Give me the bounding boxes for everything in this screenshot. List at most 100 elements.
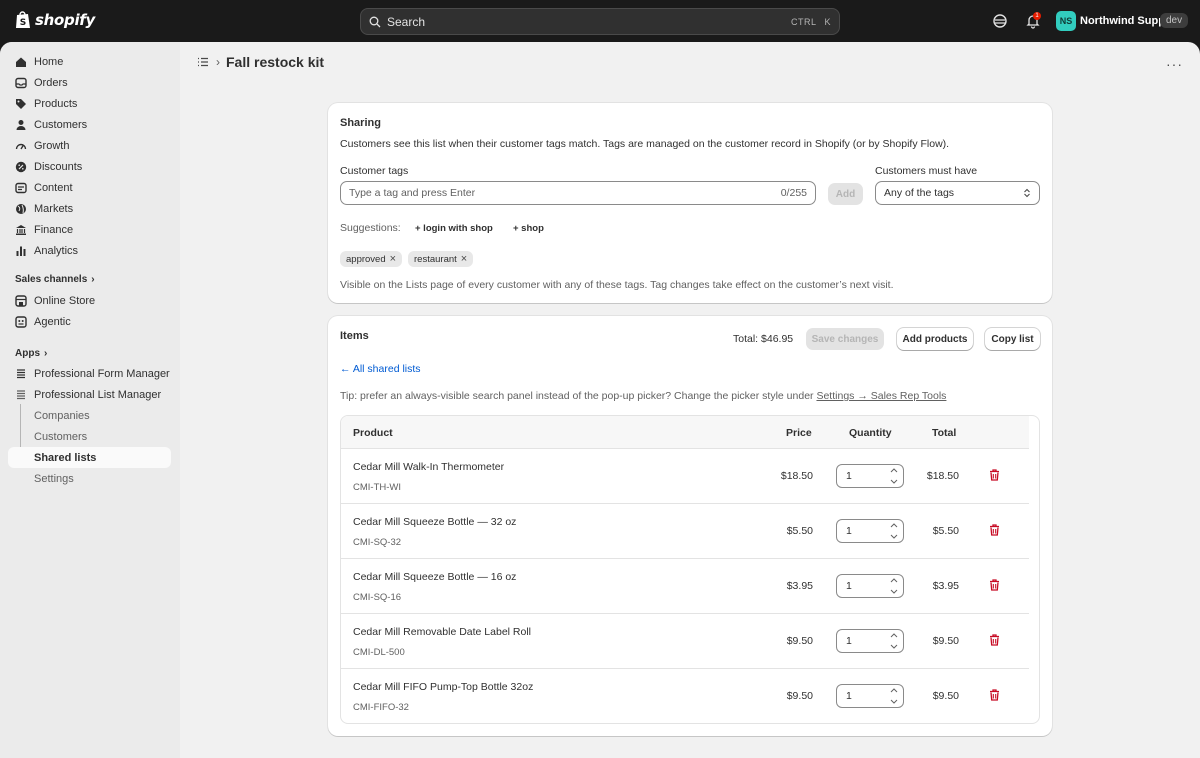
sidebar-item-label: Markets	[34, 202, 74, 215]
inbox-icon	[15, 77, 27, 89]
add-products-button[interactable]: Add products	[897, 328, 973, 350]
sidebar-item-list-manager[interactable]: Professional List Manager	[8, 384, 171, 405]
brand-name: shopify	[35, 10, 95, 29]
tip-text: Tip: prefer an always-visible search pan…	[340, 390, 946, 402]
trash-icon[interactable]	[989, 579, 1000, 591]
quantity-stepper[interactable]: 1	[836, 684, 904, 708]
sidebar-item-markets[interactable]: Markets	[8, 198, 171, 219]
product-name[interactable]: Cedar Mill Squeeze Bottle — 16 oz	[353, 571, 516, 583]
suggestion-shop[interactable]: + shop	[513, 223, 544, 234]
sidebar-item-growth[interactable]: Growth	[8, 135, 171, 156]
must-have-select[interactable]: Any of the tags	[875, 181, 1040, 205]
char-count: 0/255	[780, 187, 807, 199]
sidebar-item-home[interactable]: Home	[8, 51, 171, 72]
chevron-right-icon: ›	[216, 55, 220, 69]
stepper-arrows-icon[interactable]	[889, 578, 899, 594]
shortcut-key: K	[824, 16, 831, 27]
customer-tags-input[interactable]: Type a tag and press Enter 0/255	[340, 181, 816, 205]
select-chevron-icon	[1024, 188, 1030, 198]
tip-body: Tip: prefer an always-visible search pan…	[340, 390, 817, 402]
product-sku: CMI-TH-WI	[353, 482, 402, 493]
suggestions-label: Suggestions:	[340, 222, 401, 234]
quantity-stepper[interactable]: 1	[836, 574, 904, 598]
sidebar-item-label: Professional Form Manager	[34, 367, 170, 380]
back-to-shared-lists-link[interactable]: ← All shared lists	[340, 363, 421, 375]
product-price: $3.95	[786, 580, 813, 592]
sidebar-item-label: Analytics	[34, 244, 79, 257]
copy-list-button[interactable]: Copy list	[985, 328, 1040, 350]
col-quantity: Quantity	[849, 427, 892, 439]
sidebar-sub-shared-lists[interactable]: Shared lists	[8, 447, 171, 468]
apps-heading[interactable]: Apps ›	[15, 348, 47, 359]
stepper-arrows-icon[interactable]	[889, 523, 899, 539]
stepper-arrows-icon[interactable]	[889, 688, 899, 704]
product-name[interactable]: Cedar Mill Squeeze Bottle — 32 oz	[353, 516, 516, 528]
bar-chart-icon	[15, 245, 27, 257]
suggestion-login-with-shop[interactable]: + login with shop	[415, 223, 493, 234]
sidebar-item-label: Customers	[34, 118, 88, 131]
stepper-arrows-icon[interactable]	[889, 633, 899, 649]
remove-tag-icon[interactable]: ×	[390, 253, 396, 265]
line-total: $3.95	[932, 580, 959, 592]
remove-tag-icon[interactable]: ×	[461, 253, 467, 265]
save-changes-button[interactable]: Save changes	[806, 328, 884, 350]
trash-icon[interactable]	[989, 524, 1000, 536]
settings-link[interactable]: Settings → Sales Rep Tools	[816, 390, 946, 402]
content-icon	[15, 182, 27, 194]
agentic-icon	[15, 315, 27, 328]
notification-badge: 1	[1033, 12, 1041, 20]
sidebar-sub-settings[interactable]: Settings	[8, 468, 171, 489]
sidebar-item-online-store[interactable]: Online Store	[8, 290, 171, 311]
svg-text:S: S	[20, 18, 26, 28]
product-name[interactable]: Cedar Mill FIFO Pump-Top Bottle 32oz	[353, 681, 533, 693]
sidebar-item-label: Growth	[34, 139, 70, 152]
sidekick-icon[interactable]	[992, 13, 1008, 29]
sidebar-item-orders[interactable]: Orders	[8, 72, 171, 93]
search-placeholder: Search	[387, 14, 426, 29]
home-icon	[15, 56, 27, 68]
table-row: Cedar Mill Squeeze Bottle — 16 oz CMI-SQ-…	[341, 559, 1029, 614]
sidebar: Home Orders Products Customers Growth Di…	[0, 42, 180, 758]
items-card: Items Total: $46.95 Save changes Add pro…	[328, 316, 1052, 736]
quantity-value: 1	[846, 580, 852, 592]
trash-icon[interactable]	[989, 689, 1000, 701]
trash-icon[interactable]	[989, 634, 1000, 646]
shopify-logo[interactable]: S shopify	[15, 10, 95, 29]
sharing-footer-note: Visible on the Lists page of every custo…	[340, 279, 894, 291]
quantity-stepper[interactable]: 1	[836, 519, 904, 543]
more-actions-icon[interactable]: ···	[1166, 56, 1183, 72]
stepper-arrows-icon[interactable]	[889, 468, 899, 484]
shortcut-ctrl: CTRL	[790, 16, 817, 27]
person-icon	[15, 119, 27, 131]
quantity-stepper[interactable]: 1	[836, 464, 904, 488]
sidebar-sub-companies[interactable]: Companies	[8, 405, 171, 426]
product-name[interactable]: Cedar Mill Removable Date Label Roll	[353, 626, 531, 638]
quantity-stepper[interactable]: 1	[836, 629, 904, 653]
avatar[interactable]: NS	[1056, 11, 1076, 31]
list-icon[interactable]	[196, 55, 210, 69]
sidebar-item-label: Orders	[34, 76, 68, 89]
quantity-value: 1	[846, 525, 852, 537]
sidebar-item-analytics[interactable]: Analytics	[8, 240, 171, 261]
gauge-icon	[15, 140, 27, 152]
sidebar-item-discounts[interactable]: Discounts	[8, 156, 171, 177]
table-row: Cedar Mill Removable Date Label Roll CMI-…	[341, 614, 1029, 669]
sharing-description: Customers see this list when their custo…	[340, 138, 950, 150]
product-name[interactable]: Cedar Mill Walk-In Thermometer	[353, 461, 504, 473]
tags-input-placeholder: Type a tag and press Enter	[349, 187, 476, 199]
search-bar[interactable]: Search CTRL K	[360, 8, 840, 35]
sidebar-item-agentic[interactable]: Agentic	[8, 311, 171, 332]
sharing-heading: Sharing	[340, 117, 381, 129]
sidebar-item-form-manager[interactable]: Professional Form Manager	[8, 363, 171, 384]
sales-channels-heading[interactable]: Sales channels ›	[15, 274, 95, 285]
sidebar-item-products[interactable]: Products	[8, 93, 171, 114]
bank-icon	[15, 224, 27, 236]
add-tag-button[interactable]: Add	[828, 183, 863, 205]
sidebar-item-content[interactable]: Content	[8, 177, 171, 198]
sidebar-item-finance[interactable]: Finance	[8, 219, 171, 240]
col-product: Product	[353, 427, 393, 439]
trash-icon[interactable]	[989, 469, 1000, 481]
sidebar-sub-customers[interactable]: Customers	[8, 426, 171, 447]
discount-icon	[15, 161, 27, 173]
sidebar-item-customers[interactable]: Customers	[8, 114, 171, 135]
